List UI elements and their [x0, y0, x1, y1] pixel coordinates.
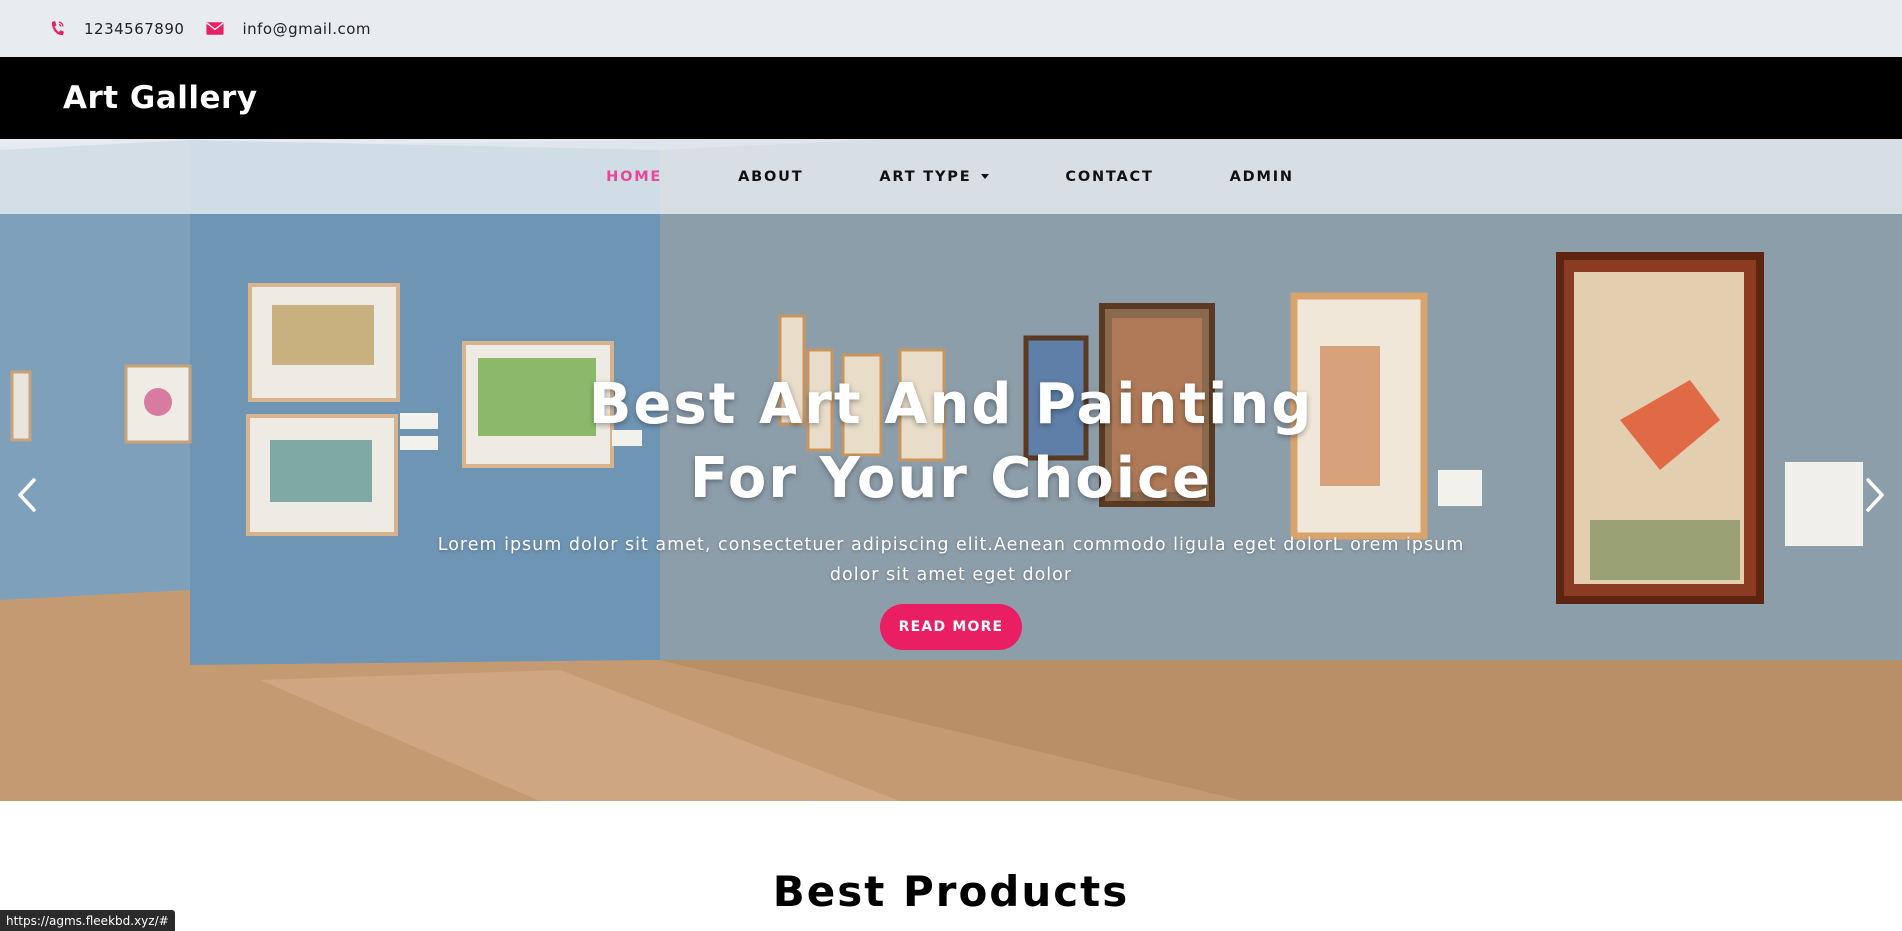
phone-contact[interactable]: 1234567890: [48, 20, 184, 38]
carousel-next-chevron-right-icon[interactable]: [1862, 477, 1888, 513]
brand-bar: Art Gallery: [0, 57, 1902, 139]
nav-item-about[interactable]: ABOUT: [738, 169, 803, 185]
contact-topbar: 1234567890 info@gmail.com: [0, 0, 1902, 57]
nav-about-label: ABOUT: [738, 168, 804, 185]
site-logo-text[interactable]: Art Gallery: [63, 80, 258, 116]
nav-admin-label: ADMIN: [1229, 168, 1294, 185]
hero-title-line-1: Best Art And Painting: [588, 372, 1314, 437]
link-status-url: https://agms.fleekbd.xyz/#: [0, 910, 175, 931]
hero-title: Best Art And Painting For Your Choice: [0, 368, 1902, 516]
caret-down-icon: [981, 174, 990, 179]
nav-home-label: HOME: [606, 168, 663, 185]
nav-item-contact[interactable]: CONTACT: [1065, 169, 1153, 185]
nav-contact-label: CONTACT: [1065, 168, 1154, 185]
phone-icon: [48, 20, 66, 38]
email-address: info@gmail.com: [242, 19, 372, 38]
nav-item-art-type[interactable]: ART TYPE: [879, 168, 990, 185]
carousel-prev-chevron-left-icon[interactable]: [14, 477, 40, 513]
nav-item-admin[interactable]: ADMIN: [1230, 169, 1294, 185]
main-navigation: HOME ABOUT ART TYPE CONTACT ADMIN: [0, 139, 1902, 214]
envelope-icon: [206, 20, 224, 38]
hero-title-line-2: For Your Choice: [689, 446, 1213, 511]
phone-number: 1234567890: [84, 19, 185, 38]
nav-art-type-label: ART TYPE: [879, 168, 972, 185]
read-more-button[interactable]: READ MORE: [880, 604, 1022, 650]
email-contact[interactable]: info@gmail.com: [206, 20, 371, 38]
hero-subtitle: Lorem ipsum dolor sit amet, consectetuer…: [437, 535, 1465, 585]
nav-item-home[interactable]: HOME: [606, 169, 662, 185]
best-products-heading: Best Products: [772, 867, 1130, 916]
